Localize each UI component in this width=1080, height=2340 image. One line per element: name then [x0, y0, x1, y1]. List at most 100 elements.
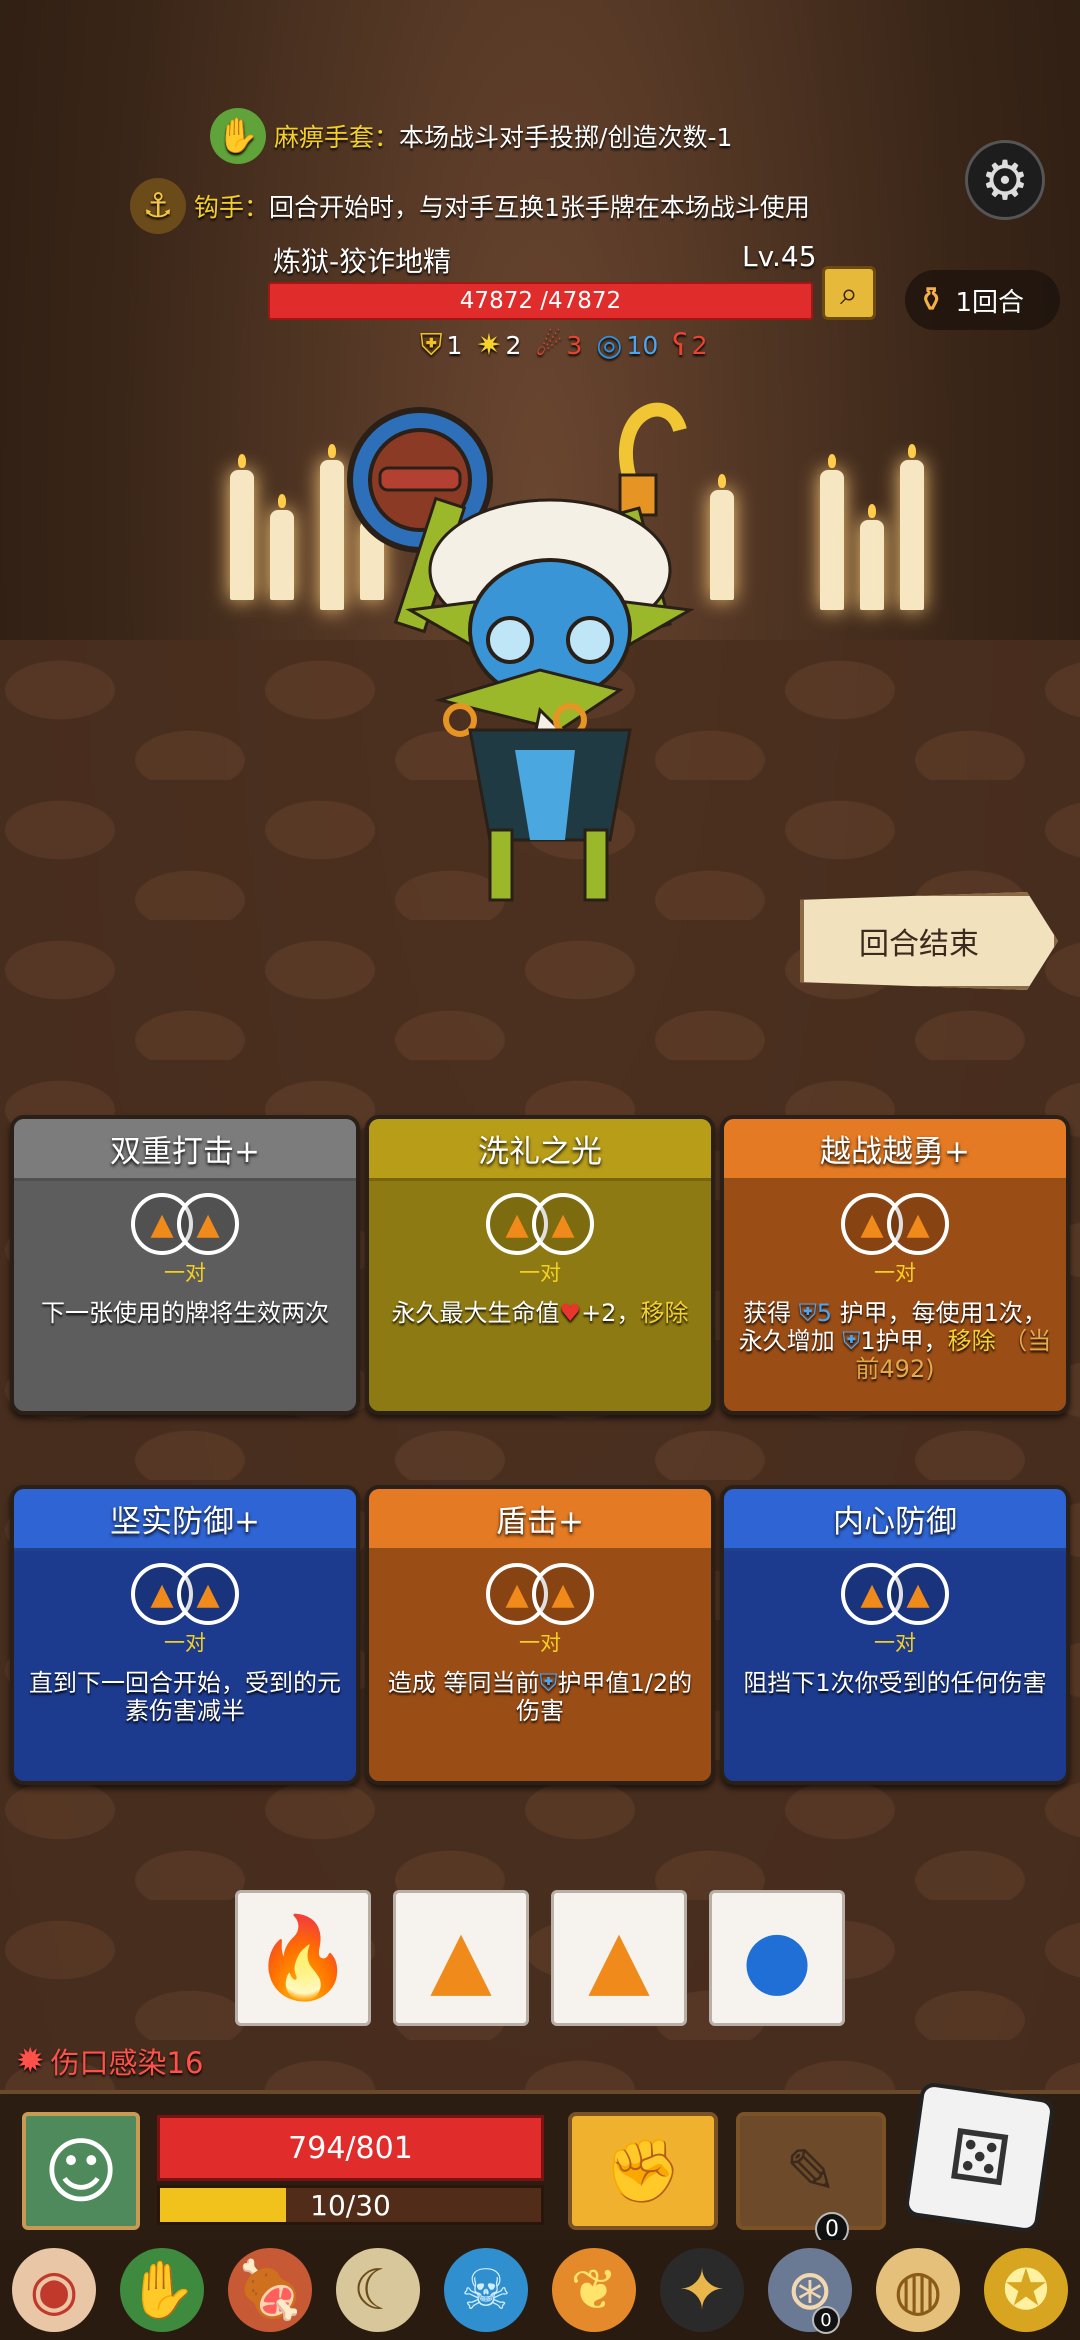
card-baptism-light[interactable]: 洗礼之光 ▲ ▲ 一对 永久最大生命值♥+2，移除 [365, 1115, 715, 1415]
card-combo-label: 一对 [164, 1261, 206, 1285]
card-cost-icons: ▲ ▲ [369, 1563, 711, 1625]
blood-drop-icon: ☄ [535, 328, 563, 363]
water-drop-icon: ● [742, 1911, 812, 2005]
player-avatar[interactable]: ☺ [22, 2112, 140, 2230]
fire-icon: 🔥 [253, 1911, 353, 2004]
relic-name: 麻痹手套： [274, 123, 400, 152]
relic-skull-shield-icon[interactable]: ☠ [444, 2248, 528, 2332]
round-counter: ⚱ 1回合 [905, 270, 1060, 330]
enemy-name: 炼狱-狡诈地精 [273, 245, 452, 278]
card-combo-label: 一对 [164, 1631, 206, 1655]
relic-desc: 本场战斗对手投掷/创造次数-1 [399, 123, 733, 152]
goblin-enemy-sprite[interactable] [340, 370, 760, 930]
earth-rock-icon: ▲ [532, 1193, 594, 1255]
status-swirl[interactable]: ◎ 10 [596, 328, 658, 363]
card-description: 阻挡下1次你受到的任何伤害 [743, 1669, 1047, 1697]
relic-dark-bird-icon[interactable]: ✦ [660, 2248, 744, 2332]
earth-rock-icon: ▲ [887, 1563, 949, 1625]
earth-rock-icon: ▲ [532, 1563, 594, 1625]
status-shield[interactable]: ⛨ 1 [420, 328, 462, 363]
skill-feather-button[interactable]: ✎ [736, 2112, 886, 2230]
card-inner-defense[interactable]: 内心防御 ▲ ▲ 一对 阻挡下1次你受到的任何伤害 [720, 1485, 1070, 1785]
card-combo-label: 一对 [874, 1261, 916, 1285]
status-claw[interactable]: ʕ2 [672, 328, 707, 363]
end-turn-button[interactable]: 回合结束 [800, 892, 1058, 990]
card-title: 内心防御 [724, 1489, 1066, 1551]
relic-line-hook: ⚓ 钩手： 回合开始时，与对手互换1张手牌在本场战斗使用 [130, 178, 810, 234]
armor-shield-icon: ⛨ [842, 1327, 861, 1355]
claw-icon: ʕ [672, 328, 688, 363]
relic-feather-icon[interactable]: ❦ [552, 2248, 636, 2332]
card-title: 坚实防御+ [14, 1489, 356, 1551]
enemy-status-list: ⛨ 1 ✷ 2 ☄ 3 ◎ 10 ʕ2 [420, 328, 707, 363]
dice-slot-earth[interactable]: ▲ [393, 1890, 529, 2026]
card-combo-label: 一对 [874, 1631, 916, 1655]
armor-shield-icon: ⛨ [798, 1299, 817, 1327]
green-glove-icon: ✋ [210, 108, 266, 164]
relic-bar: ◉ ✋ 🍖 ☾ ☠ ❦ ✦ ⊛ ◍ ✪ [0, 2240, 1080, 2340]
card-cost-icons: ▲ ▲ [724, 1563, 1066, 1625]
card-description: 获得 ⛨5 护甲，每使用1次，永久增加 ⛨1护甲，移除 （当前492) [738, 1299, 1052, 1383]
relic-target-icon[interactable]: ◉ [12, 2248, 96, 2332]
relic-gold-coin-icon[interactable]: ✪ [984, 2248, 1068, 2332]
fist-icon: ✊ [604, 2134, 682, 2207]
end-turn-label: 回合结束 [859, 927, 979, 962]
relic-name: 钩手： [194, 193, 270, 222]
relic-mirror-icon[interactable]: ◍ [876, 2248, 960, 2332]
relic-desc: 回合开始时，与对手互换1张手牌在本场战斗使用 [269, 193, 810, 222]
card-description: 下一张使用的牌将生效两次 [41, 1299, 329, 1327]
heart-icon: ♥ [559, 1299, 582, 1327]
card-cost-icons: ▲ ▲ [724, 1193, 1066, 1255]
relic-meat-icon[interactable]: 🍖 [228, 2248, 312, 2332]
scroll-icon: ⚱ [917, 280, 946, 320]
enemy-inspect-button[interactable]: ⌕ [822, 266, 876, 320]
wound-infection-icon: ✹ [16, 2041, 45, 2081]
card-title: 双重打击+ [14, 1119, 356, 1181]
card-cost-icons: ▲ ▲ [369, 1193, 711, 1255]
earth-rock-icon: ▲ [588, 1911, 650, 2005]
hero-portrait-icon: ☺ [43, 2129, 119, 2213]
card-title: 洗礼之光 [369, 1119, 711, 1181]
card-double-strike[interactable]: 双重打击+ ▲ ▲ 一对 下一张使用的牌将生效两次 [10, 1115, 360, 1415]
status-bleed[interactable]: ☄ 3 [535, 328, 582, 363]
hook-icon: ⚓ [130, 178, 186, 234]
gear-icon: ⚙ [980, 148, 1030, 212]
relic-green-glove-icon[interactable]: ✋ [120, 2248, 204, 2332]
earth-rock-icon: ▲ [177, 1193, 239, 1255]
enemy-hp-bar: 47872 /47872 [268, 282, 813, 320]
player-energy-bar: 10/30 [157, 2185, 544, 2225]
card-solid-defense[interactable]: 坚实防御+ ▲ ▲ 一对 直到下一回合开始，受到的元素伤害减半 [10, 1485, 360, 1785]
dice-slot-earth[interactable]: ▲ [551, 1890, 687, 2026]
earth-rock-icon: ▲ [430, 1911, 492, 2005]
card-combo-label: 一对 [519, 1261, 561, 1285]
player-energy-text: 10/30 [310, 2188, 391, 2222]
armor-shield-icon: ⛨ [539, 1669, 558, 1697]
settings-gear-button[interactable]: ⚙ [965, 140, 1045, 220]
card-title: 越战越勇+ [724, 1119, 1066, 1181]
card-braver-in-battle[interactable]: 越战越勇+ ▲ ▲ 一对 获得 ⛨5 护甲，每使用1次，永久增加 ⛨1护甲，移除 … [720, 1115, 1070, 1415]
card-description: 直到下一回合开始，受到的元素伤害减半 [29, 1669, 341, 1725]
card-description: 永久最大生命值♥+2，移除 [391, 1299, 689, 1327]
card-combo-label: 一对 [519, 1631, 561, 1655]
dice-slot-fire[interactable]: 🔥 [235, 1890, 371, 2026]
card-shield-bash[interactable]: 盾击+ ▲ ▲ 一对 造成 等同当前⛨护甲值1/2的伤害 [365, 1485, 715, 1785]
enemy-level: Lv.45 [742, 240, 817, 273]
status-spark[interactable]: ✷ 2 [476, 328, 521, 363]
spark-icon: ✷ [476, 328, 502, 363]
card-cost-icons: ▲ ▲ [14, 1563, 356, 1625]
shield-icon: ⛨ [420, 328, 443, 363]
die-icon: ⚄ [943, 2112, 1016, 2203]
player-debuff[interactable]: ✹ 伤口感染16 [16, 2040, 203, 2082]
relic-line-glove: ✋ 麻痹手套： 本场战斗对手投掷/创造次数-1 [210, 108, 733, 164]
player-hp-bar: 794/801 [157, 2115, 544, 2181]
feather-icon: ✎ [785, 2134, 837, 2208]
swirl-icon: ◎ [596, 328, 623, 363]
card-title: 盾击+ [369, 1489, 711, 1551]
relic-fang-icon[interactable]: ☾ [336, 2248, 420, 2332]
earth-rock-icon: ▲ [177, 1563, 239, 1625]
roll-die-button[interactable]: ⚄ [903, 2081, 1056, 2234]
skill-fist-button[interactable]: ✊ [568, 2112, 718, 2230]
dice-slot-water[interactable]: ● [709, 1890, 845, 2026]
enemy-hp-text: 47872 /47872 [459, 288, 622, 314]
round-label: 1回合 [955, 287, 1025, 318]
